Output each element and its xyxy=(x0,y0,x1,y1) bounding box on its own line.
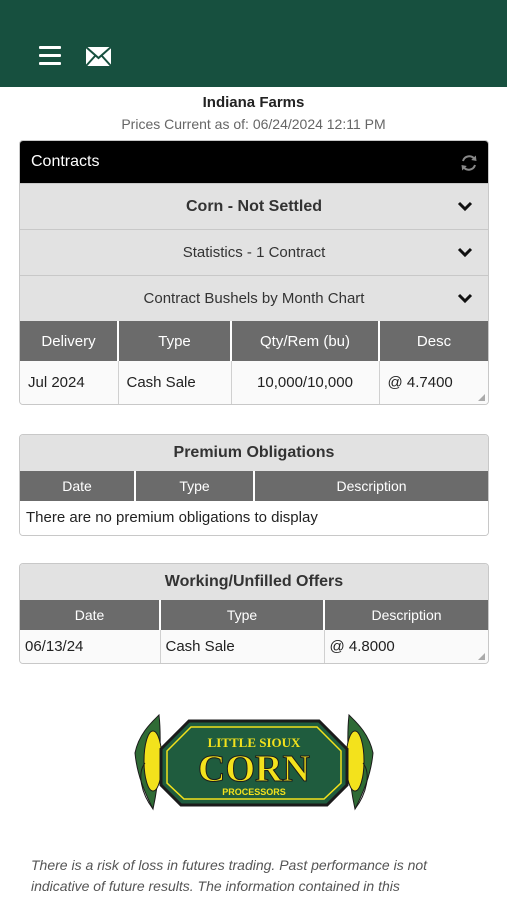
corn-cob-right-icon xyxy=(345,713,374,811)
logo-line2: CORN xyxy=(198,748,310,790)
hamburger-menu-icon[interactable] xyxy=(39,46,61,66)
resize-grip-icon[interactable] xyxy=(478,394,485,401)
working-offers-title: Working/Unfilled Offers xyxy=(20,564,488,600)
type-cell: Cash Sale xyxy=(118,361,232,404)
column-header-qty[interactable]: Qty/Rem (bu) xyxy=(231,321,380,361)
column-header-desc[interactable]: Desc xyxy=(379,321,488,361)
type-cell: Cash Sale xyxy=(160,630,325,663)
contracts-title: Contracts xyxy=(31,153,100,170)
table-row[interactable]: Jul 2024 Cash Sale 10,000/10,000 @ 4.740… xyxy=(20,361,488,404)
delivery-cell: Jul 2024 xyxy=(20,361,119,404)
account-header: Indiana Farms Prices Current as of: 06/2… xyxy=(0,93,507,134)
empty-state-message: There are no premium obligations to disp… xyxy=(20,501,488,535)
column-header-date[interactable]: Date xyxy=(20,471,136,501)
chart-label: Contract Bushels by Month Chart xyxy=(143,290,365,307)
working-offers-table: Date Type Description 06/13/24 Cash Sale… xyxy=(20,600,488,663)
chevron-down-icon xyxy=(457,293,473,304)
prices-current-timestamp: Prices Current as of: 06/24/2024 12:11 P… xyxy=(121,116,386,132)
qty-cell: 10,000/10,000 xyxy=(231,361,380,404)
column-header-type[interactable]: Type xyxy=(160,600,325,630)
chevron-down-icon xyxy=(457,201,473,212)
bushels-chart-toggle[interactable]: Contract Bushels by Month Chart xyxy=(20,275,488,321)
table-row[interactable]: 06/13/24 Cash Sale @ 4.8000 xyxy=(20,630,488,663)
corn-cob-left-icon xyxy=(134,713,163,811)
premium-obligations-table: Date Type Description xyxy=(20,471,488,501)
corn-not-settled-toggle[interactable]: Corn - Not Settled xyxy=(20,183,488,229)
premium-obligations-title: Premium Obligations xyxy=(20,435,488,471)
statistics-toggle[interactable]: Statistics - 1 Contract xyxy=(20,229,488,275)
date-cell: 06/13/24 xyxy=(20,630,161,663)
refresh-icon[interactable] xyxy=(460,154,478,172)
contracts-header: Contracts xyxy=(20,141,488,183)
risk-disclaimer: There is a risk of loss in futures tradi… xyxy=(31,857,428,894)
farm-name: Indiana Farms xyxy=(202,94,305,111)
contracts-panel: Contracts Corn - Not Settled Statistics … xyxy=(19,140,489,405)
top-app-bar xyxy=(0,0,507,87)
chevron-down-icon xyxy=(457,247,473,258)
column-header-description[interactable]: Description xyxy=(324,600,488,630)
resize-grip-icon[interactable] xyxy=(478,653,485,660)
column-header-date[interactable]: Date xyxy=(20,600,161,630)
working-offers-panel: Working/Unfilled Offers Date Type Descri… xyxy=(19,563,489,664)
envelope-icon[interactable] xyxy=(85,46,112,67)
column-header-description[interactable]: Description xyxy=(254,471,488,501)
column-header-type[interactable]: Type xyxy=(135,471,255,501)
commodity-label: Corn - Not Settled xyxy=(186,198,322,215)
premium-obligations-panel: Premium Obligations Date Type Descriptio… xyxy=(19,434,489,536)
statistics-label: Statistics - 1 Contract xyxy=(182,244,326,261)
logo-line3: PROCESSORS xyxy=(222,787,286,797)
desc-cell: @ 4.8000 xyxy=(324,630,488,663)
column-header-delivery[interactable]: Delivery xyxy=(20,321,119,361)
desc-cell: @ 4.7400 xyxy=(379,361,488,404)
column-header-type[interactable]: Type xyxy=(118,321,232,361)
little-sioux-corn-logo: LITTLE SIOUX CORN PROCESSORS xyxy=(134,713,374,811)
contracts-table: Delivery Type Qty/Rem (bu) Desc Jul 2024… xyxy=(20,321,488,404)
